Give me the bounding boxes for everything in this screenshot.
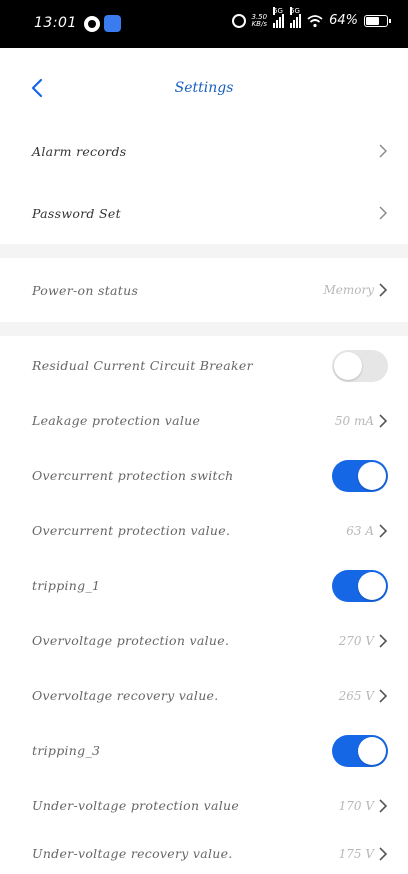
undervoltage-protection-item[interactable]: Under-voltage protection value 170 V [0,778,408,833]
tripping-1-toggle[interactable] [332,569,388,602]
tripping-3-label: tripping_3 [32,743,101,758]
leakage-protection-label: Leakage protection value [32,413,201,428]
chevron-right-icon [379,413,388,428]
nav-header: Settings [0,48,408,130]
wifi-icon [307,14,323,27]
status-right: 3.50 KB/s 5G 5G 64% [231,6,391,28]
tripping-3-item: tripping_3 [0,723,408,778]
signal-strength-icon-2: 5G [290,6,302,28]
battery-icon [364,14,391,27]
rccb-label: Residual Current Circuit Breaker [32,358,253,373]
power-on-status-value: Memory [323,283,374,297]
undervoltage-protection-value: 170 V [338,798,374,813]
undervoltage-recovery-value: 175 V [338,846,374,861]
tripping-1-item: tripping_1 [0,558,408,613]
alarm-records-label: Alarm records [32,143,127,159]
tripping-3-toggle[interactable] [332,734,388,767]
status-bar: 13:01 3.50 KB/s 5G 5G 64% [0,0,408,48]
chevron-right-icon [379,633,388,648]
overcurrent-value: 63 A [346,523,374,538]
chevron-right-icon [379,283,388,297]
network-speed: 3.50 KB/s [251,12,268,28]
power-on-status-item[interactable]: Power-on status Memory [0,258,408,322]
overcurrent-value-item[interactable]: Overcurrent protection value. 63 A [0,503,408,558]
overvoltage-protection-item[interactable]: Overvoltage protection value. 270 V [0,613,408,668]
overcurrent-switch-item: Overcurrent protection switch [0,448,408,503]
password-set-item[interactable]: Password Set [0,182,408,244]
chevron-right-icon [379,798,388,813]
chevron-right-icon [379,144,387,158]
page-title: Settings [174,80,234,96]
chevron-right-icon [379,206,387,220]
chevron-right-icon [379,846,388,861]
overvoltage-recovery-item[interactable]: Overvoltage recovery value. 265 V [0,668,408,723]
battery-percent: 64% [329,13,358,28]
alarm-clock-icon [231,13,246,28]
overvoltage-protection-label: Overvoltage protection value. [32,633,230,648]
app-notification-icon [84,16,100,32]
password-set-label: Password Set [32,205,121,221]
section-divider [0,322,408,336]
overcurrent-value-label: Overcurrent protection value. [32,523,231,538]
power-on-status-label: Power-on status [32,282,139,298]
overvoltage-recovery-value: 265 V [338,688,374,703]
undervoltage-recovery-item[interactable]: Under-voltage recovery value. 175 V [0,833,408,874]
leakage-protection-item[interactable]: Leakage protection value 50 mA [0,393,408,448]
undervoltage-protection-label: Under-voltage protection value [32,798,240,813]
chevron-right-icon [379,523,388,538]
undervoltage-recovery-label: Under-voltage recovery value. [32,846,233,861]
chevron-right-icon [379,688,388,703]
signal-strength-icon: 5G [273,6,285,28]
alarm-records-item[interactable]: Alarm records [0,120,408,182]
rccb-item: Residual Current Circuit Breaker [0,338,408,393]
overcurrent-switch-toggle[interactable] [332,459,388,492]
overvoltage-protection-value: 270 V [338,633,374,648]
rccb-toggle[interactable] [332,349,388,382]
status-time: 13:01 [34,15,77,31]
tripping-1-label: tripping_1 [32,578,101,593]
leakage-protection-value: 50 mA [334,413,374,428]
overvoltage-recovery-label: Overvoltage recovery value. [32,688,219,703]
app-notification-icon-2 [104,15,121,32]
overcurrent-switch-label: Overcurrent protection switch [32,468,234,483]
section-divider [0,244,408,258]
